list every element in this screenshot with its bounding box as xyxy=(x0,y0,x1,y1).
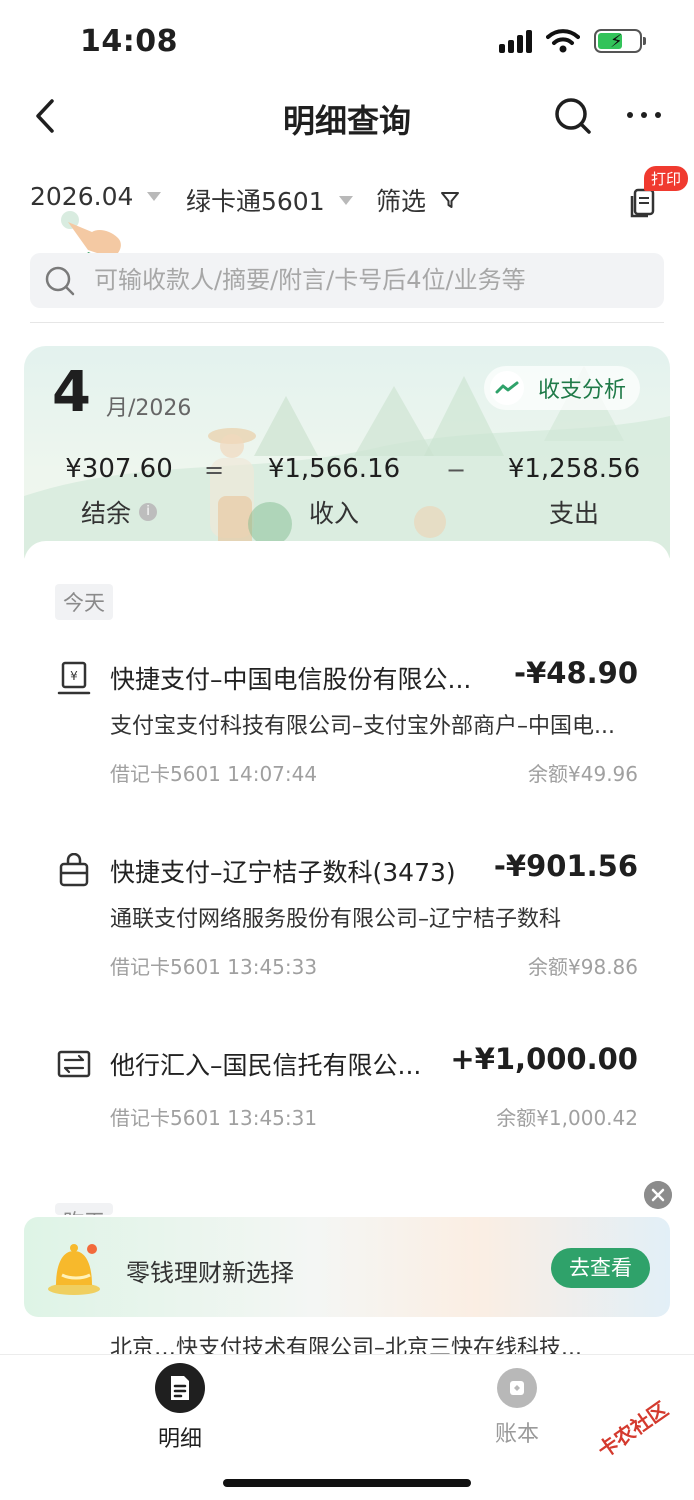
income-value: ¥1,566.16 xyxy=(267,454,401,484)
day-tag-today: 今天 xyxy=(55,584,113,620)
balance-stat: ¥307.60 结余 i xyxy=(54,454,184,530)
status-time: 14:08 xyxy=(80,24,178,59)
transaction-description: 支付宝支付科技有限公司–支付宝外部商户–中国电... xyxy=(110,714,615,739)
svg-text:¥: ¥ xyxy=(70,669,78,683)
search-box[interactable] xyxy=(30,253,664,308)
transfer-icon xyxy=(57,1050,91,1078)
battery-icon: ⚡ xyxy=(594,29,646,53)
tab-label: 明细 xyxy=(157,1427,202,1452)
expense-stat: ¥1,258.56 支出 xyxy=(504,454,644,530)
transaction-meta: 借记卡5601 13:45:31 xyxy=(110,1106,318,1130)
receipt-icon: ¥ xyxy=(57,661,91,695)
transaction-amount: -¥48.90 xyxy=(514,656,638,690)
tab-label: 账本 xyxy=(494,1422,539,1447)
transaction-balance: 余额¥49.96 xyxy=(528,762,638,786)
transaction-title: 快捷支付–中国电信股份有限公... xyxy=(110,665,472,694)
ledger-icon xyxy=(497,1368,537,1408)
equals-sign: = xyxy=(204,456,225,484)
month-number: 4 xyxy=(52,360,91,425)
promo-text: 零钱理财新选择 xyxy=(126,1259,294,1287)
balance-value: ¥307.60 xyxy=(65,454,173,484)
home-indicator[interactable] xyxy=(223,1479,471,1487)
promo-view-button[interactable]: 去查看 xyxy=(551,1248,650,1288)
print-badge[interactable]: 打印 xyxy=(644,166,689,191)
search-icon[interactable] xyxy=(553,96,593,136)
date-filter-label: 2026.04 xyxy=(30,182,134,211)
filter-button[interactable]: 筛选 xyxy=(376,182,460,218)
cellular-signal-icon xyxy=(499,29,532,53)
wifi-icon xyxy=(546,29,580,53)
trend-chart-icon xyxy=(490,371,524,405)
expense-value: ¥1,258.56 xyxy=(507,454,641,484)
transaction-description: 通联支付网络服务股份有限公司–辽宁桔子数科 xyxy=(110,907,562,932)
search-icon xyxy=(45,266,75,296)
tab-details[interactable]: 明细 xyxy=(120,1363,240,1453)
dropdown-arrow-icon xyxy=(338,195,353,205)
balance-label: 结余 xyxy=(80,499,131,528)
transaction-title: 快捷支付–辽宁桔子数科(3473) xyxy=(110,858,456,887)
dropdown-arrow-icon xyxy=(147,192,162,201)
income-stat: ¥1,566.16 收入 xyxy=(264,454,404,530)
transaction-amount: +¥1,000.00 xyxy=(450,1042,638,1076)
search-input[interactable] xyxy=(94,262,654,298)
card-filter[interactable]: 绿卡通5601 xyxy=(186,182,353,218)
more-icon[interactable] xyxy=(624,100,664,130)
expense-label: 支出 xyxy=(548,499,599,528)
nav-bar: 明细查询 xyxy=(0,82,694,152)
document-list-icon xyxy=(155,1363,205,1413)
card-filter-label: 绿卡通5601 xyxy=(186,187,325,216)
bell-icon xyxy=(48,1244,100,1295)
transaction-title: 他行汇入–国民信托有限公... xyxy=(110,1051,422,1080)
info-icon[interactable]: i xyxy=(139,503,157,521)
minus-sign: − xyxy=(446,456,467,484)
transaction-balance: 余额¥1,000.42 xyxy=(496,1106,638,1130)
month-year: 月/2026 xyxy=(106,396,192,421)
divider xyxy=(30,322,664,323)
transaction-meta: 借记卡5601 13:45:33 xyxy=(110,955,318,979)
income-label: 收入 xyxy=(308,499,359,528)
balance-label-row: 结余 i xyxy=(54,494,184,530)
analysis-label: 收支分析 xyxy=(538,378,627,403)
promo-banner[interactable]: 零钱理财新选择 去查看 xyxy=(24,1217,670,1317)
status-icons: ⚡ xyxy=(499,28,646,54)
transaction-balance: 余额¥98.86 xyxy=(528,955,638,979)
date-filter[interactable]: 2026.04 xyxy=(30,182,162,211)
status-bar: 14:08 ⚡ xyxy=(0,0,694,82)
income-expense-analysis-button[interactable]: 收支分析 xyxy=(484,366,640,410)
funnel-icon xyxy=(441,192,460,208)
tab-ledger[interactable]: 账本 xyxy=(457,1363,577,1448)
close-icon[interactable] xyxy=(644,1181,672,1209)
day-tag-yesterday: 昨天 xyxy=(55,1203,113,1215)
transaction-meta: 借记卡5601 14:07:44 xyxy=(110,762,318,786)
shopping-bag-icon xyxy=(59,853,89,887)
filter-label: 筛选 xyxy=(376,187,427,216)
transaction-amount: -¥901.56 xyxy=(493,849,638,883)
